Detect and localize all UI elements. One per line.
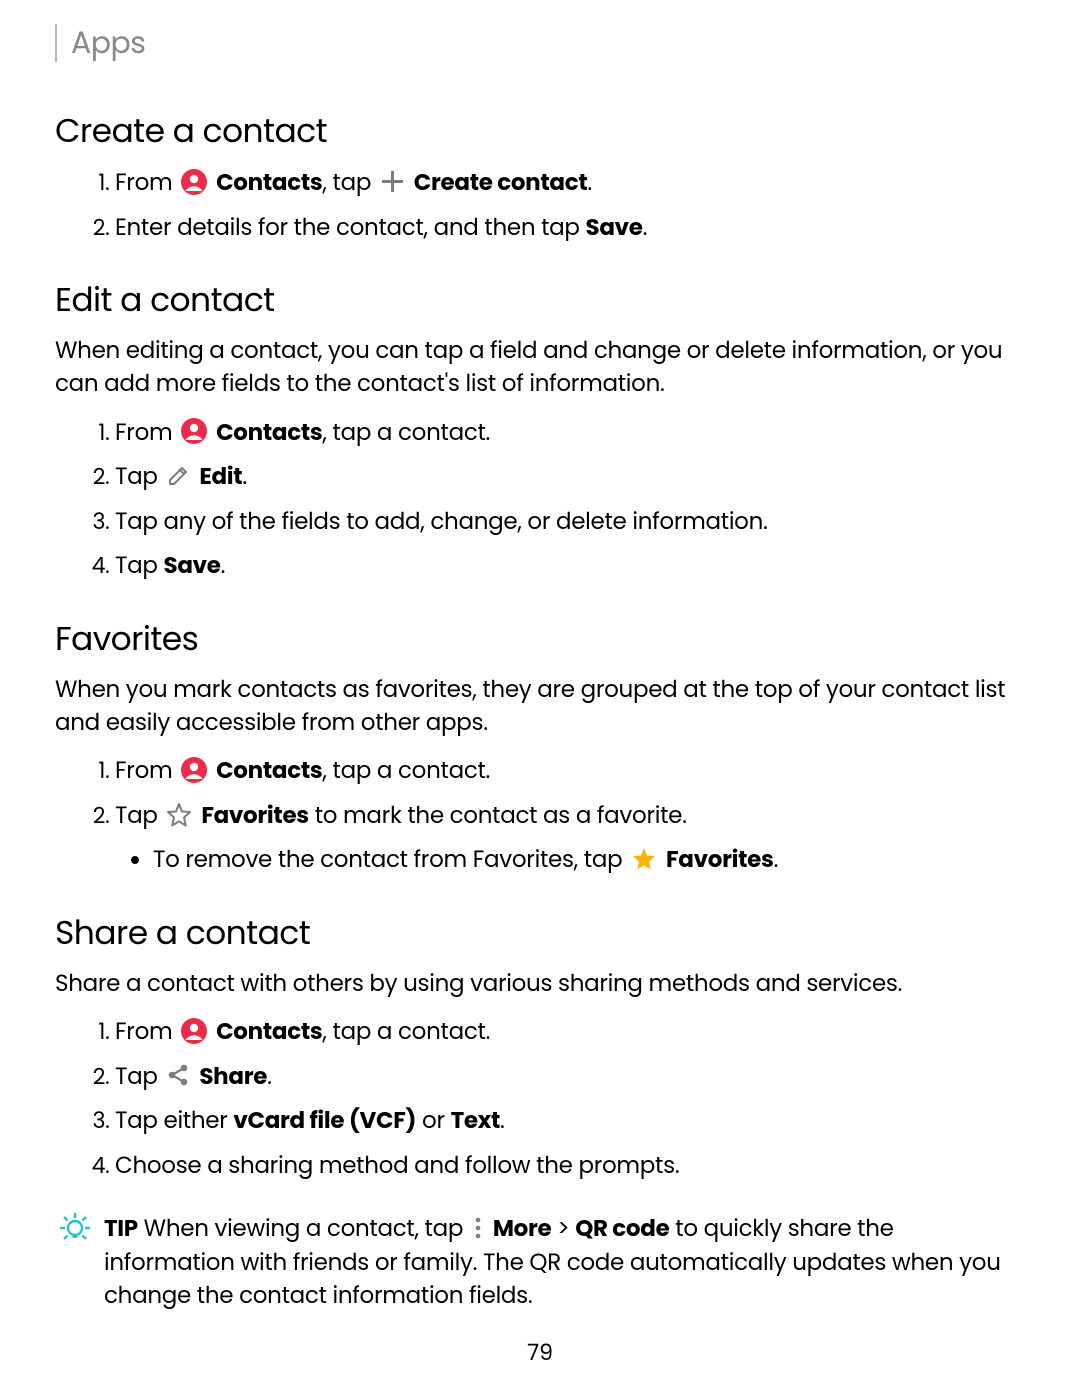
text: . bbox=[587, 167, 592, 199]
text: , tap a contact. bbox=[322, 1016, 490, 1048]
favorites-substep: To remove the contact from Favorites, ta… bbox=[153, 843, 1025, 878]
save-label: Save bbox=[163, 550, 220, 582]
section-share-title: Share a contact bbox=[55, 908, 1025, 958]
create-contact-label: Create contact bbox=[414, 167, 588, 199]
contacts-label: Contacts bbox=[216, 417, 322, 449]
section-edit-title: Edit a contact bbox=[55, 275, 1025, 325]
text: , tap a contact. bbox=[322, 417, 490, 449]
tip-text: TIP When viewing a contact, tap More > Q… bbox=[104, 1213, 1025, 1313]
text: Enter details for the contact, and then … bbox=[115, 212, 586, 244]
text: Tap bbox=[115, 1061, 158, 1093]
text: . bbox=[774, 844, 779, 876]
star-fill-icon bbox=[631, 846, 657, 872]
text: Tap bbox=[115, 461, 158, 493]
edit-step-4: Tap Save. bbox=[115, 549, 1025, 584]
text: . bbox=[267, 1061, 272, 1093]
section-favorites-title: Favorites bbox=[55, 614, 1025, 664]
vcard-label: vCard file (VCF) bbox=[233, 1105, 416, 1137]
favorites-label: Favorites bbox=[201, 800, 309, 832]
favorites-substeps: To remove the contact from Favorites, ta… bbox=[115, 843, 1025, 878]
text: to mark the contact as a favorite. bbox=[309, 800, 687, 832]
share-steps: From Contacts, tap a contact. Tap Share.… bbox=[55, 1015, 1025, 1183]
edit-intro: When editing a contact, you can tap a fi… bbox=[55, 335, 1025, 402]
header-title: Apps bbox=[71, 20, 145, 66]
favorites-step-1: From Contacts, tap a contact. bbox=[115, 754, 1025, 789]
contacts-icon bbox=[181, 418, 207, 444]
text: or bbox=[416, 1105, 450, 1137]
text: . bbox=[500, 1105, 505, 1137]
contacts-label: Contacts bbox=[216, 167, 322, 199]
text: Tap bbox=[115, 800, 158, 832]
share-step-3: Tap either vCard file (VCF) or Text. bbox=[115, 1104, 1025, 1139]
text: Tap bbox=[115, 550, 163, 582]
contacts-icon bbox=[181, 169, 207, 195]
text: . bbox=[221, 550, 226, 582]
text: , tap bbox=[322, 167, 371, 199]
share-step-4: Choose a sharing method and follow the p… bbox=[115, 1149, 1025, 1184]
page-number: 79 bbox=[0, 1336, 1080, 1369]
text: > bbox=[551, 1213, 575, 1245]
tip-lightbulb-icon bbox=[60, 1213, 90, 1243]
share-intro: Share a contact with others by using var… bbox=[55, 968, 1025, 1001]
text: From bbox=[115, 167, 172, 199]
pencil-icon bbox=[166, 464, 190, 488]
share-step-2: Tap Share. bbox=[115, 1060, 1025, 1095]
contacts-label: Contacts bbox=[216, 1016, 322, 1048]
more-label: More bbox=[493, 1213, 552, 1245]
contacts-icon bbox=[181, 757, 207, 783]
text: To remove the contact from Favorites, ta… bbox=[153, 844, 622, 876]
text: From bbox=[115, 1016, 172, 1048]
edit-label: Edit bbox=[199, 461, 242, 493]
text: From bbox=[115, 417, 172, 449]
text: , tap a contact. bbox=[322, 755, 490, 787]
more-icon bbox=[472, 1217, 484, 1239]
text: . bbox=[242, 461, 247, 493]
contacts-label: Contacts bbox=[216, 755, 322, 787]
save-label: Save bbox=[586, 212, 643, 244]
document-page: Apps Create a contact From Contacts, tap… bbox=[0, 0, 1080, 1313]
tip-label: TIP bbox=[104, 1213, 138, 1245]
share-icon bbox=[166, 1063, 190, 1087]
page-header: Apps bbox=[55, 20, 1025, 66]
tip-callout: TIP When viewing a contact, tap More > Q… bbox=[55, 1213, 1025, 1313]
create-steps: From Contacts, tap Create contact. Enter… bbox=[55, 166, 1025, 245]
header-rule bbox=[55, 24, 57, 62]
favorites-intro: When you mark contacts as favorites, the… bbox=[55, 674, 1025, 741]
edit-steps: From Contacts, tap a contact. Tap Edit. … bbox=[55, 416, 1025, 584]
edit-step-3: Tap any of the fields to add, change, or… bbox=[115, 505, 1025, 540]
text: Tap either bbox=[115, 1105, 233, 1137]
qr-code-label: QR code bbox=[575, 1213, 669, 1245]
text-format-label: Text bbox=[451, 1105, 500, 1137]
edit-step-1: From Contacts, tap a contact. bbox=[115, 416, 1025, 451]
text: When viewing a contact, tap bbox=[138, 1213, 463, 1245]
text: . bbox=[643, 212, 648, 244]
edit-step-2: Tap Edit. bbox=[115, 460, 1025, 495]
favorites-step-2: Tap Favorites to mark the contact as a f… bbox=[115, 799, 1025, 878]
favorites-steps: From Contacts, tap a contact. Tap Favori… bbox=[55, 754, 1025, 878]
star-outline-icon bbox=[166, 802, 192, 828]
create-step-1: From Contacts, tap Create contact. bbox=[115, 166, 1025, 201]
contacts-icon bbox=[181, 1018, 207, 1044]
text: From bbox=[115, 755, 172, 787]
share-step-1: From Contacts, tap a contact. bbox=[115, 1015, 1025, 1050]
share-label: Share bbox=[199, 1061, 267, 1093]
create-step-2: Enter details for the contact, and then … bbox=[115, 211, 1025, 246]
plus-icon bbox=[380, 169, 405, 194]
section-create-title: Create a contact bbox=[55, 106, 1025, 156]
favorites-label: Favorites bbox=[666, 844, 774, 876]
